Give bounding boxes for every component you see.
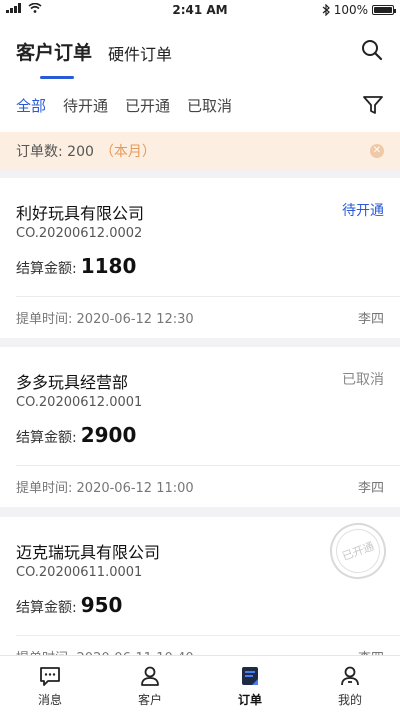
filter-icon[interactable] — [362, 94, 384, 116]
status-bar: 2:41 AM 100% — [0, 0, 400, 20]
tab-messages[interactable]: 消息 — [0, 656, 100, 715]
amount-value: 1180 — [80, 254, 137, 278]
user-icon — [141, 666, 159, 686]
close-icon[interactable]: ✕ — [370, 144, 384, 158]
order-code: CO.20200611.0001 — [16, 565, 143, 580]
order-count-notice: 订单数: 200 （本月） ✕ — [0, 132, 400, 170]
battery-percent: 100% — [333, 3, 368, 17]
profile-icon — [341, 666, 359, 686]
tab-label: 订单 — [237, 693, 262, 707]
submit-time-label: 提单时间: — [16, 481, 73, 496]
battery-icon — [372, 5, 396, 15]
order-card[interactable]: 利好玩具有限公司 待开通 CO.20200612.0002 结算金额: 1180… — [0, 178, 400, 338]
submit-time-label: 提单时间: — [16, 312, 73, 327]
status-badge: 已取消 — [342, 372, 384, 388]
amount-value: 950 — [80, 593, 123, 617]
submitter-name: 李四 — [357, 481, 384, 496]
bottom-tab-bar: 消息 客户 订单 我的 — [0, 655, 400, 715]
search-icon[interactable] — [360, 38, 384, 62]
submitter-name: 李四 — [357, 312, 384, 327]
tab-customer-orders[interactable]: 客户订单 — [16, 38, 92, 79]
tab-orders[interactable]: 订单 — [200, 656, 300, 715]
amount-label: 结算金额: — [16, 430, 77, 446]
tab-pending[interactable]: 待开通 — [63, 95, 108, 116]
order-code: CO.20200612.0002 — [16, 226, 143, 241]
company-name: 迈克瑞玩具有限公司 — [16, 543, 161, 562]
order-card[interactable]: 迈克瑞玩具有限公司 已开通 CO.20200611.0001 结算金额: 950… — [0, 515, 400, 677]
bluetooth-icon — [322, 4, 330, 16]
tab-profile[interactable]: 我的 — [300, 656, 400, 715]
submit-time: 2020-06-12 11:00 — [76, 481, 194, 496]
tab-label: 客户 — [137, 693, 162, 707]
activated-stamp: 已开通 — [322, 515, 394, 587]
tab-customers[interactable]: 客户 — [100, 656, 200, 715]
divider — [16, 635, 400, 636]
order-code: CO.20200612.0001 — [16, 395, 143, 410]
order-card[interactable]: 多多玩具经营部 已取消 CO.20200612.0001 结算金额: 2900 … — [0, 347, 400, 507]
amount-label: 结算金额: — [16, 261, 77, 277]
order-count-text: 订单数: 200 — [16, 144, 94, 160]
tab-activated[interactable]: 已开通 — [125, 95, 170, 116]
amount-value: 2900 — [80, 423, 137, 447]
order-count-period: （本月） — [99, 144, 156, 160]
tab-cancelled[interactable]: 已取消 — [187, 95, 232, 116]
order-icon — [242, 667, 258, 685]
company-name: 多多玩具经营部 — [16, 373, 129, 392]
message-icon — [40, 667, 60, 686]
header: 客户订单 硬件订单 全部 待开通 已开通 已取消 — [0, 20, 400, 132]
order-type-tabs: 客户订单 硬件订单 — [16, 38, 172, 79]
company-name: 利好玩具有限公司 — [16, 204, 145, 223]
tab-label: 我的 — [337, 693, 362, 707]
status-filter-tabs: 全部 待开通 已开通 已取消 — [16, 95, 232, 116]
stamp-label: 已开通 — [340, 539, 376, 564]
tab-hardware-orders[interactable]: 硬件订单 — [108, 41, 172, 65]
divider — [16, 465, 400, 466]
amount-label: 结算金额: — [16, 600, 77, 616]
submit-time: 2020-06-12 12:30 — [76, 312, 194, 327]
tab-label: 消息 — [37, 693, 62, 707]
divider — [16, 296, 400, 297]
tab-all[interactable]: 全部 — [16, 95, 46, 116]
status-badge: 待开通 — [342, 203, 384, 219]
